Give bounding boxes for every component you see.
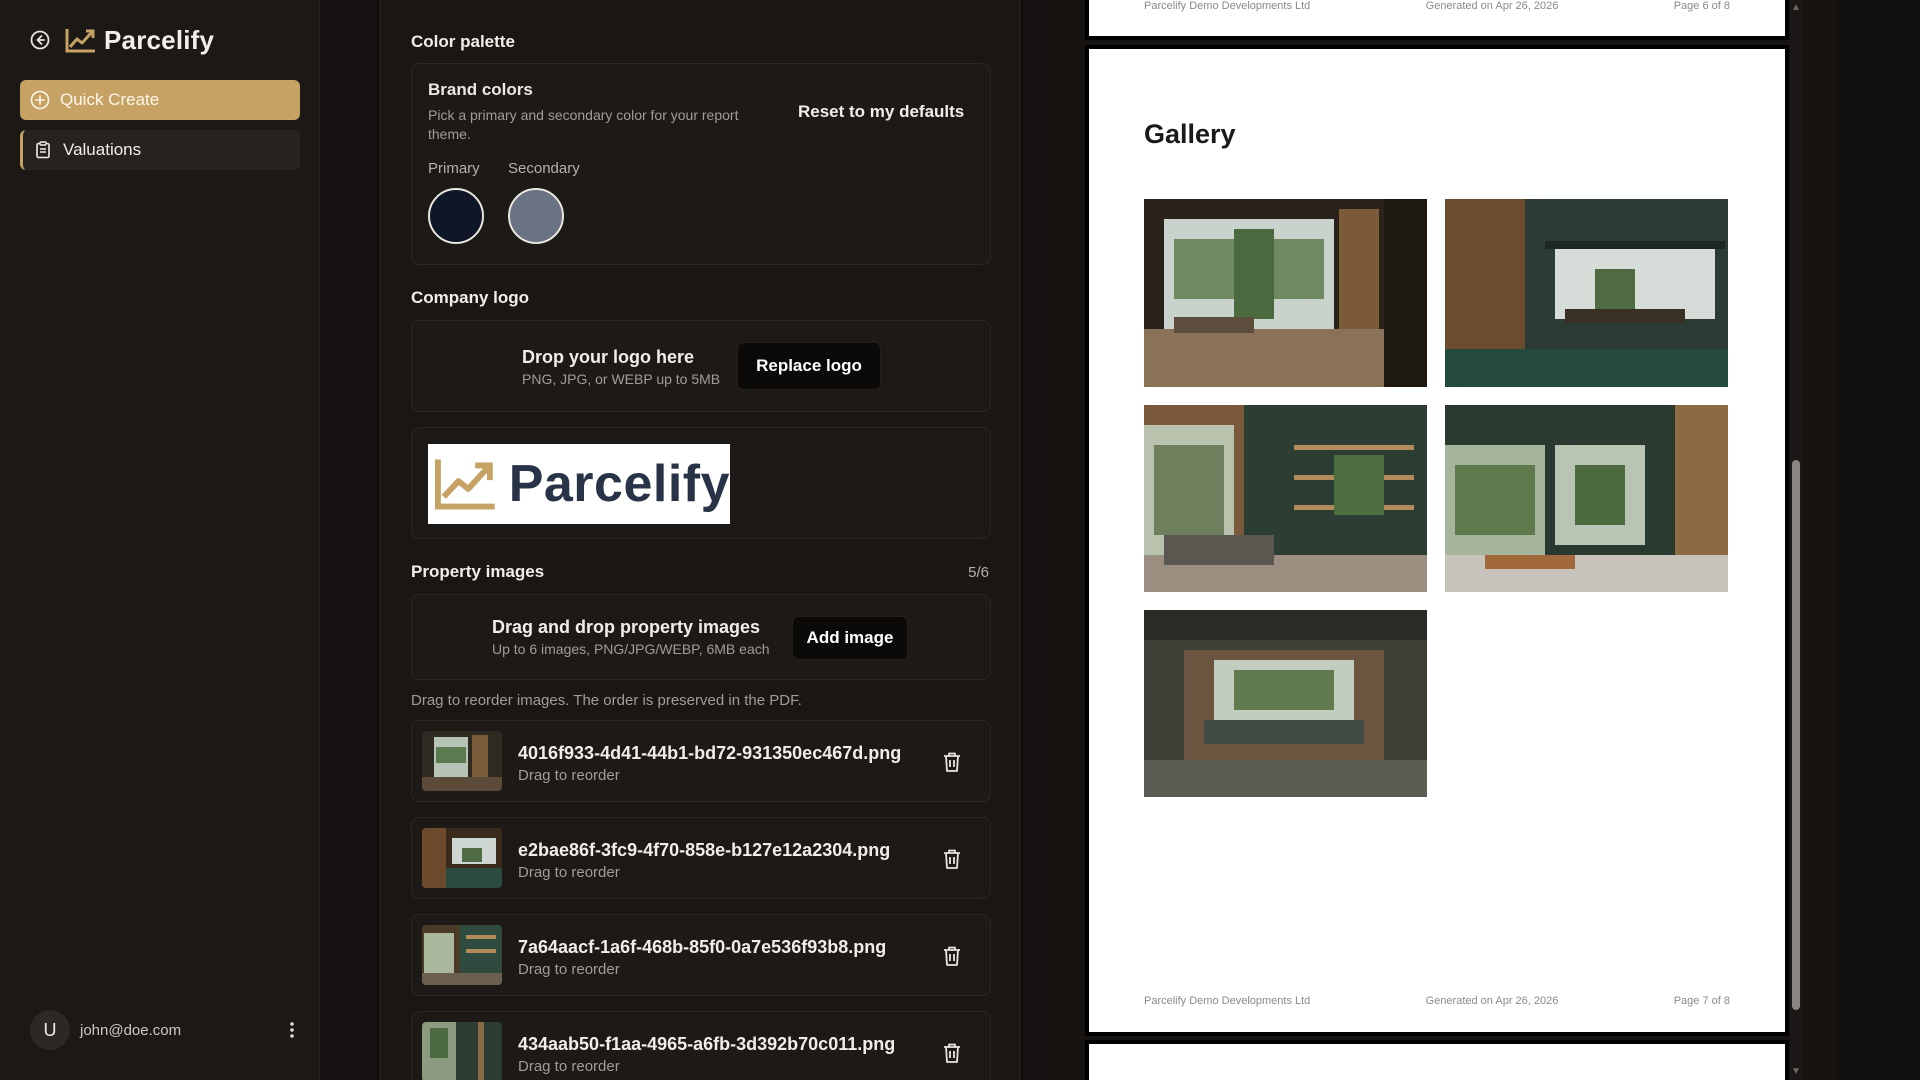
images-drop-subtitle: Up to 6 images, PNG/JPG/WEBP, 6MB each	[492, 641, 770, 657]
image-file-name: 434aab50-f1aa-4965-a6fb-3d392b70c011.png	[518, 1034, 896, 1054]
trash-icon[interactable]	[942, 848, 962, 870]
gallery-image-5	[1144, 610, 1427, 797]
image-list-item[interactable]: 4016f933-4d41-44b1-bd72-931350ec467d.png…	[411, 720, 991, 802]
logo-preview-mark	[434, 459, 495, 510]
secondary-label: Secondary	[508, 160, 580, 177]
footer-company: Parcelify Demo Developments Ltd	[1144, 995, 1311, 1007]
company-logo-title: Company logo	[411, 288, 530, 307]
footer-company: Parcelify Demo Developments Ltd	[1144, 0, 1311, 12]
brand-colors-title: Brand colors	[428, 80, 533, 99]
image-list-item[interactable]: e2bae86f-3fc9-4f70-858e-b127e12a2304.png…	[411, 817, 991, 899]
image-thumbnail	[422, 925, 502, 985]
logo-drop-subtitle: PNG, JPG, or WEBP up to 5MB	[522, 371, 721, 387]
image-thumbnail	[422, 828, 502, 888]
user-menu[interactable]: U john@doe.com	[30, 1010, 302, 1050]
image-drag-hint: Drag to reorder	[518, 1058, 620, 1075]
quick-create-label: Quick Create	[60, 90, 160, 109]
footer-page-number: Page 7 of 8	[1673, 995, 1730, 1007]
trash-icon[interactable]	[942, 1042, 962, 1064]
image-list-item[interactable]: 7a64aacf-1a6f-468b-85f0-0a7e536f93b8.png…	[411, 914, 991, 996]
image-thumbnail	[422, 731, 502, 791]
report-settings-panel: Color palette Brand colors Pick a primar…	[380, 0, 1020, 1080]
page-footer: Parcelify Demo Developments Ltd Generate…	[1144, 0, 1730, 12]
more-options-icon[interactable]	[282, 1018, 302, 1042]
image-file-name: 4016f933-4d41-44b1-bd72-931350ec467d.png	[518, 743, 902, 763]
image-thumbnail	[422, 1022, 502, 1080]
image-list-item[interactable]: 434aab50-f1aa-4965-a6fb-3d392b70c011.png…	[411, 1011, 991, 1080]
clipboard-icon	[33, 140, 53, 160]
logo-drop-title: Drop your logo here	[522, 347, 695, 367]
brand-colors-description: Pick a primary and secondary color for y…	[428, 107, 739, 142]
pdf-page-7: Gallery Parcelify Demo Developments Ltd …	[1089, 49, 1785, 1032]
add-image-button[interactable]: Add image	[792, 616, 908, 660]
trend-chart-logo-icon	[64, 26, 98, 54]
pdf-preview[interactable]: Parcelify Demo Developments Ltd Generate…	[1050, 0, 1835, 1080]
scroll-down-arrow-icon[interactable]: ▼	[1791, 1066, 1801, 1077]
gallery-image-3	[1144, 405, 1427, 592]
pdf-page-6: Parcelify Demo Developments Ltd Generate…	[1089, 0, 1785, 36]
gallery-image-4	[1445, 405, 1728, 592]
brand-row: Parcelify	[30, 22, 214, 58]
gallery-title: Gallery	[1144, 119, 1236, 149]
images-dropzone[interactable]: Drag and drop property images Up to 6 im…	[411, 594, 991, 680]
images-drop-title: Drag and drop property images	[492, 617, 761, 637]
trash-icon[interactable]	[942, 945, 962, 967]
footer-page-number: Page 6 of 8	[1673, 0, 1730, 12]
reorder-hint: Drag to reorder images. The order is pre…	[411, 692, 802, 709]
footer-generated: Generated on Apr 26, 2026	[1425, 0, 1559, 12]
footer-generated: Generated on Apr 26, 2026	[1425, 995, 1559, 1007]
user-email: john@doe.com	[80, 1021, 182, 1039]
avatar: U	[30, 1010, 70, 1050]
brand-name: Parcelify	[104, 24, 215, 55]
image-drag-hint: Drag to reorder	[518, 767, 620, 784]
sidebar-item-valuations[interactable]: Valuations	[20, 130, 300, 170]
logo-preview-card: Parcelify	[411, 427, 991, 539]
page-footer: Parcelify Demo Developments Ltd Generate…	[1144, 995, 1730, 1007]
plus-circle-icon	[30, 90, 50, 110]
image-drag-hint: Drag to reorder	[518, 961, 620, 978]
back-arrow-icon[interactable]	[30, 30, 50, 50]
primary-color-swatch[interactable]	[428, 188, 484, 244]
image-file-name: e2bae86f-3fc9-4f70-858e-b127e12a2304.png	[518, 840, 891, 860]
replace-logo-button[interactable]: Replace logo	[737, 342, 881, 390]
color-palette-title: Color palette	[411, 32, 515, 51]
logo-preview: Parcelify	[428, 444, 730, 524]
gallery-image-2	[1445, 199, 1728, 387]
property-images-title: Property images	[411, 562, 545, 581]
preview-scrollbar-thumb[interactable]	[1792, 460, 1800, 1010]
quick-create-button[interactable]: Quick Create	[20, 80, 300, 120]
primary-label: Primary	[428, 160, 480, 177]
brand-colors-card: Brand colors Pick a primary and secondar…	[411, 63, 991, 265]
right-gutter	[1835, 0, 1920, 1080]
secondary-color-swatch[interactable]	[508, 188, 564, 244]
image-file-name: 7a64aacf-1a6f-468b-85f0-0a7e536f93b8.png	[518, 937, 887, 957]
image-drag-hint: Drag to reorder	[518, 864, 620, 881]
sidebar: Parcelify Quick Create Valuations U john…	[0, 0, 320, 1080]
trash-icon[interactable]	[942, 751, 962, 773]
scroll-up-arrow-icon[interactable]: ▲	[1791, 2, 1801, 13]
valuations-label: Valuations	[63, 140, 142, 159]
logo-dropzone[interactable]: Drop your logo here PNG, JPG, or WEBP up…	[411, 320, 991, 412]
logo-preview-text: Parcelify	[508, 455, 730, 513]
reset-defaults-button[interactable]: Reset to my defaults	[798, 102, 964, 122]
gallery-image-1	[1144, 199, 1427, 387]
pdf-page-8	[1089, 1044, 1785, 1080]
image-count: 5/6	[968, 564, 989, 581]
